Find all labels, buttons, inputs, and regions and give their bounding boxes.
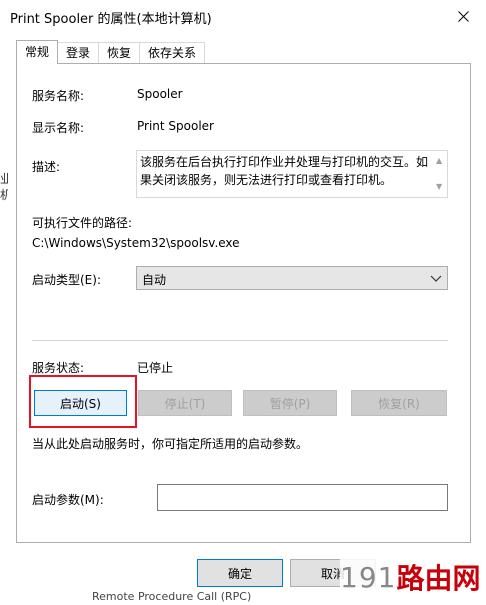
- executable-path-label: 可执行文件的路径:: [32, 216, 133, 230]
- pause-service-button[interactable]: 暂停(P): [243, 390, 337, 416]
- chevron-down-icon: [430, 275, 442, 282]
- background-window-fragment: 业 机: [0, 170, 8, 210]
- resume-service-button[interactable]: 恢复(R): [351, 390, 447, 416]
- close-icon: [457, 10, 469, 22]
- section-divider: [32, 340, 448, 341]
- background-text: 机: [0, 188, 8, 202]
- window-title: Print Spooler 的属性(本地计算机): [10, 12, 212, 27]
- description-scrollbar[interactable]: ▲ ▼: [434, 151, 447, 197]
- service-name-value: Spooler: [137, 87, 183, 101]
- background-text: 业: [0, 172, 8, 186]
- scroll-up-icon[interactable]: ▲: [436, 152, 442, 170]
- tab-recovery[interactable]: 恢复: [98, 42, 141, 64]
- description-textbox[interactable]: 该服务在后台执行打印作业并处理与打印机的交互。如果关闭该服务，则无法进行打印或查…: [136, 150, 448, 198]
- close-button[interactable]: [440, 0, 486, 32]
- scroll-down-icon[interactable]: ▼: [436, 178, 442, 196]
- service-name-label: 服务名称:: [32, 89, 85, 103]
- properties-dialog: 业 机 Remote Procedure Call (RPC) Print Sp…: [0, 0, 486, 605]
- tab-panel-general: [16, 63, 471, 543]
- background-service-name: Remote Procedure Call (RPC): [92, 590, 252, 603]
- description-text: 该服务在后台执行打印作业并处理与打印机的交互。如果关闭该服务，则无法进行打印或查…: [140, 155, 429, 187]
- service-status-label: 服务状态:: [32, 361, 85, 375]
- start-params-label: 启动参数(M):: [32, 493, 104, 507]
- tab-logon[interactable]: 登录: [57, 42, 100, 64]
- description-label: 描述:: [32, 160, 61, 174]
- executable-path-value: C:\Windows\System32\spoolsv.exe: [32, 236, 240, 250]
- start-params-hint: 当从此处启动服务时，你可指定所适用的启动参数。: [32, 437, 309, 451]
- startup-type-label: 启动类型(E):: [32, 273, 101, 287]
- tab-general[interactable]: 常规: [16, 40, 59, 64]
- startup-type-select[interactable]: 自动: [136, 266, 448, 290]
- watermark-text: 路由网: [396, 562, 481, 595]
- title-bar: Print Spooler 的属性(本地计算机): [0, 0, 486, 32]
- site-watermark: 191 路由网: [340, 552, 486, 602]
- tab-dependencies[interactable]: 依存关系: [139, 42, 206, 64]
- start-button-highlight: [29, 375, 137, 428]
- tab-strip: 常规 登录 恢复 依存关系: [16, 40, 206, 64]
- stop-service-button[interactable]: 停止(T): [138, 390, 232, 416]
- start-params-input[interactable]: [157, 484, 448, 511]
- startup-type-value: 自动: [142, 273, 167, 287]
- display-name-label: 显示名称:: [32, 121, 85, 135]
- ok-button[interactable]: 确定: [197, 559, 283, 587]
- display-name-value: Print Spooler: [137, 119, 214, 133]
- watermark-number: 191: [340, 560, 397, 594]
- service-status-value: 已停止: [137, 361, 174, 375]
